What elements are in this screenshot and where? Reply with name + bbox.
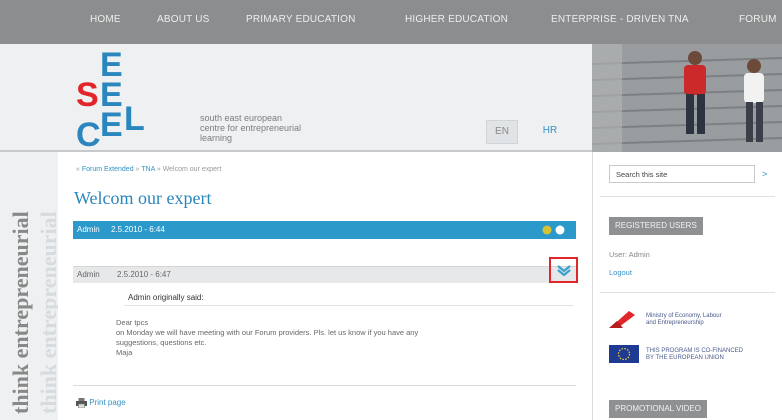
breadcrumb-forum-extended[interactable]: Forum Extended: [82, 166, 134, 173]
search-input[interactable]: Search this site: [609, 165, 755, 183]
logo-subtitle-line: learning: [200, 133, 233, 143]
printer-icon: [76, 398, 87, 409]
tagline-text: think entrepreneurial: [8, 211, 33, 414]
reply-icon[interactable]: [542, 225, 552, 235]
language-en[interactable]: EN: [486, 120, 518, 144]
header-photo: [592, 44, 782, 152]
logo-letter: L: [124, 100, 145, 138]
logo-letter: E: [100, 106, 123, 144]
post-header: Admin 2.5.2010 - 6:44: [73, 221, 576, 239]
eu-text-line: BY THE EUROPEAN UNION: [646, 355, 724, 361]
divider: [600, 196, 775, 197]
eu-text-line: THIS PROGRAM IS CO-FINANCED: [646, 348, 744, 354]
post-body-line: suggestions, questions etc.: [116, 338, 207, 347]
print-page-link[interactable]: Print page: [76, 398, 126, 409]
registered-users-heading: REGISTERED USERS: [609, 217, 703, 235]
nav-forum[interactable]: FORUM: [739, 14, 777, 25]
ministry-text-line: Ministry of Economy, Labour: [646, 313, 722, 319]
top-navigation: HOME ABOUT US PRIMARY EDUCATION HIGHER E…: [0, 0, 782, 44]
logo-subtitle: south east european centre for entrepren…: [200, 113, 350, 143]
logo-letter: S: [76, 76, 99, 114]
logout-link[interactable]: Logout: [609, 268, 632, 277]
breadcrumb-current: Welcom our expert: [162, 166, 222, 173]
seecel-logo[interactable]: E S E E L C: [76, 48, 170, 148]
expand-chevron-icon[interactable]: [556, 264, 572, 276]
language-hr[interactable]: HR: [540, 120, 560, 142]
promotional-video-heading: PROMOTIONAL VIDEO: [609, 400, 707, 418]
post-date: 2.5.2010 - 6:47: [117, 270, 171, 279]
divider: [600, 292, 775, 293]
nav-about-us[interactable]: ABOUT US: [157, 14, 210, 25]
post-header: Admin 2.5.2010 - 6:47: [73, 266, 576, 283]
tagline-text-shadow: think entrepreneurial: [36, 211, 58, 414]
nav-primary-education[interactable]: PRIMARY EDUCATION: [246, 14, 356, 25]
user-label: User: Admin: [609, 250, 650, 259]
ministry-text: Ministry of Economy, Labour and Entrepre…: [646, 313, 766, 327]
header-divider: [0, 150, 592, 152]
eu-text: THIS PROGRAM IS CO-FINANCED BY THE EUROP…: [646, 348, 766, 362]
search-submit-button[interactable]: >: [762, 165, 767, 183]
post-actions: [542, 225, 565, 235]
ministry-text-line: and Entrepreneurship: [646, 320, 704, 326]
post-author[interactable]: Admin: [77, 267, 100, 283]
ministry-logo-icon[interactable]: [609, 309, 639, 329]
post-body: Dear tpcs on Monday we will have meeting…: [116, 318, 536, 358]
quote-header: Admin originally said:: [124, 291, 574, 306]
logo-subtitle-line: centre for entrepreneurial: [200, 123, 302, 133]
breadcrumb: « Forum Extended » TNA » Welcom our expe…: [76, 166, 222, 173]
nav-higher-education[interactable]: HIGHER EDUCATION: [405, 14, 508, 25]
nav-home[interactable]: HOME: [90, 14, 121, 25]
logo-letter: C: [76, 116, 101, 148]
post-body-line: Maja: [116, 348, 133, 357]
eu-flag-icon[interactable]: [609, 345, 639, 363]
post-author[interactable]: Admin: [77, 221, 100, 239]
quote-icon[interactable]: [555, 225, 565, 235]
logo-subtitle-line: south east european: [200, 113, 283, 123]
post-date: 2.5.2010 - 6:44: [111, 225, 165, 234]
post-body-line: on Monday we will have meeting with our …: [116, 328, 419, 337]
breadcrumb-tna[interactable]: TNA: [141, 166, 155, 173]
left-tagline-strip: think entrepreneurial think entrepreneur…: [0, 152, 58, 420]
post-body-line: Dear tpcs: [116, 318, 149, 327]
nav-enterprise-driven-tna[interactable]: ENTERPRISE - DRIVEN TNA: [551, 14, 689, 25]
right-sidebar: [592, 152, 782, 420]
post-separator: [73, 385, 576, 386]
print-page-label: Print page: [89, 398, 126, 408]
page-title: Welcom our expert: [74, 188, 212, 208]
